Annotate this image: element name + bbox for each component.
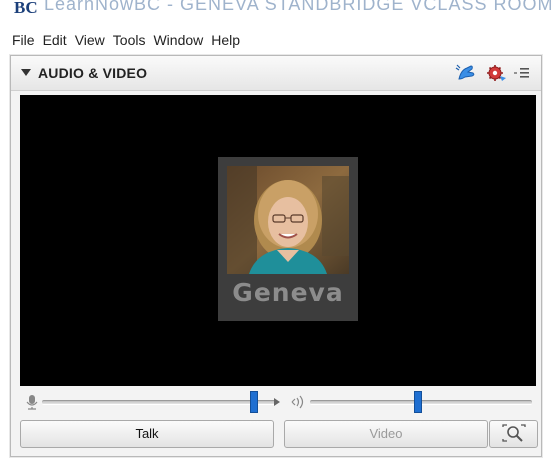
audio-sliders — [20, 391, 536, 413]
speaker-name: Geneva — [232, 278, 344, 307]
menu-bar: File Edit View Tools Window Help — [0, 29, 552, 51]
menu-window[interactable]: Window — [149, 32, 207, 48]
speaker-volume-icon — [290, 394, 306, 415]
active-speaker-card: Geneva — [218, 157, 358, 321]
panel-title: AUDIO & VIDEO — [38, 65, 148, 81]
audio-video-panel: AUDIO & VIDEO Geneva Talk Video — [10, 55, 542, 457]
speaker-slider-thumb[interactable] — [413, 391, 422, 413]
microphone-slider-arrow-icon — [274, 398, 280, 406]
collapse-triangle-icon[interactable] — [21, 69, 31, 76]
menu-view[interactable]: View — [71, 32, 109, 48]
video-display: Geneva — [20, 95, 536, 386]
raise-hand-icon[interactable] — [455, 64, 477, 87]
menu-file[interactable]: File — [0, 32, 39, 48]
speaker-avatar — [227, 166, 349, 274]
microphone-volume-slider[interactable] — [42, 400, 276, 405]
talk-button[interactable]: Talk — [20, 420, 274, 448]
magnify-icon — [501, 424, 527, 446]
settings-gear-icon[interactable] — [486, 64, 508, 87]
window-title-bar: BC LearnNowBC - GENEVA STANDBRIDGE VCLAS… — [0, 0, 552, 26]
window-title: LearnNowBC - GENEVA STANDBRIDGE VCLASS R… — [44, 0, 552, 14]
microphone-icon — [25, 393, 39, 416]
video-button[interactable]: Video — [284, 420, 488, 448]
menu-edit[interactable]: Edit — [39, 32, 71, 48]
panel-menu-icon[interactable] — [513, 64, 531, 87]
menu-help[interactable]: Help — [207, 32, 244, 48]
app-logo: BC — [14, 0, 38, 17]
panel-header[interactable]: AUDIO & VIDEO — [11, 56, 541, 91]
microphone-slider-thumb[interactable] — [249, 391, 258, 413]
zoom-button[interactable] — [489, 420, 538, 448]
menu-tools[interactable]: Tools — [109, 32, 150, 48]
